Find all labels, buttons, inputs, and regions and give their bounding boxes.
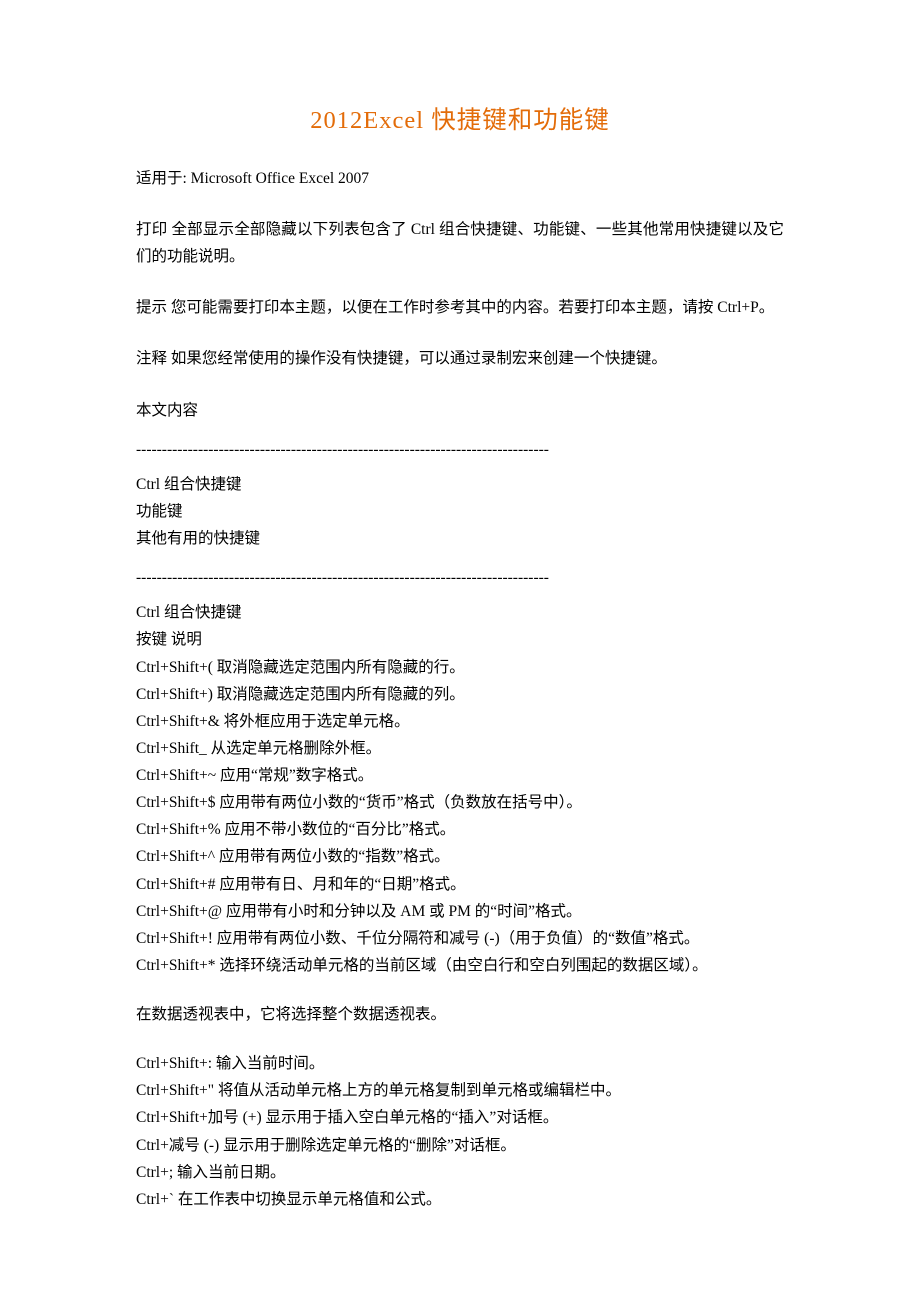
shortcut-row: Ctrl+Shift+$ 应用带有两位小数的“货币”格式（负数放在括号中）。 xyxy=(136,789,784,816)
shortcut-row: Ctrl+Shift+! 应用带有两位小数、千位分隔符和减号 (-)（用于负值）… xyxy=(136,925,784,952)
note-label: 注释 xyxy=(136,350,167,367)
table-header-row: 按键 说明 xyxy=(136,626,784,653)
shortcut-row: Ctrl+减号 (-) 显示用于删除选定单元格的“删除”对话框。 xyxy=(136,1132,784,1159)
section-ctrl-shortcuts: Ctrl 组合快捷键 按键 说明 Ctrl+Shift+( 取消隐藏选定范围内所… xyxy=(136,599,784,979)
note-body: 如果您经常使用的操作没有快捷键，可以通过录制宏来创建一个快捷键。 xyxy=(167,350,667,367)
section-heading: Ctrl 组合快捷键 xyxy=(136,599,784,626)
shortcut-row: Ctrl+Shift_ 从选定单元格删除外框。 xyxy=(136,735,784,762)
tip-body: 您可能需要打印本主题，以便在工作时参考其中的内容。若要打印本主题，请按 Ctrl… xyxy=(167,299,774,316)
shortcut-row: Ctrl+Shift+加号 (+) 显示用于插入空白单元格的“插入”对话框。 xyxy=(136,1104,784,1131)
section-ctrl-shortcuts-cont: Ctrl+Shift+: 输入当前时间。 Ctrl+Shift+" 将值从活动单… xyxy=(136,1050,784,1213)
shortcut-row: Ctrl+; 输入当前日期。 xyxy=(136,1159,784,1186)
shortcut-row: Ctrl+Shift+# 应用带有日、月和年的“日期”格式。 xyxy=(136,871,784,898)
shortcut-row: Ctrl+Shift+* 选择环绕活动单元格的当前区域（由空白行和空白列围起的数… xyxy=(136,952,784,979)
intro-paragraph: 打印 全部显示全部隐藏以下列表包含了 Ctrl 组合快捷键、功能键、一些其他常用… xyxy=(136,216,784,270)
tip-label: 提示 xyxy=(136,299,167,316)
toc-item: 功能键 xyxy=(136,498,784,525)
toc-item: Ctrl 组合快捷键 xyxy=(136,471,784,498)
shortcut-row: Ctrl+Shift+% 应用不带小数位的“百分比”格式。 xyxy=(136,816,784,843)
toc-heading: 本文内容 xyxy=(136,397,784,424)
tip-line: 提示 您可能需要打印本主题，以便在工作时参考其中的内容。若要打印本主题，请按 C… xyxy=(136,294,784,321)
document-page: 2012Excel 快捷键和功能键 适用于: Microsoft Office … xyxy=(0,0,920,1302)
applies-to: 适用于: Microsoft Office Excel 2007 xyxy=(136,165,784,192)
shortcut-row: Ctrl+Shift+) 取消隐藏选定范围内所有隐藏的列。 xyxy=(136,681,784,708)
shortcut-row: Ctrl+` 在工作表中切换显示单元格值和公式。 xyxy=(136,1186,784,1213)
shortcut-row: Ctrl+Shift+( 取消隐藏选定范围内所有隐藏的行。 xyxy=(136,654,784,681)
shortcut-row: Ctrl+Shift+@ 应用带有小时和分钟以及 AM 或 PM 的“时间”格式… xyxy=(136,898,784,925)
shortcut-row: Ctrl+Shift+" 将值从活动单元格上方的单元格复制到单元格或编辑栏中。 xyxy=(136,1077,784,1104)
shortcut-row: Ctrl+Shift+& 将外框应用于选定单元格。 xyxy=(136,708,784,735)
shortcut-row: Ctrl+Shift+~ 应用“常规”数字格式。 xyxy=(136,762,784,789)
shortcut-row: Ctrl+Shift+: 输入当前时间。 xyxy=(136,1050,784,1077)
toc-item: 其他有用的快捷键 xyxy=(136,525,784,552)
pivot-note: 在数据透视表中，它将选择整个数据透视表。 xyxy=(136,1001,784,1028)
shortcut-row: Ctrl+Shift+^ 应用带有两位小数的“指数”格式。 xyxy=(136,843,784,870)
document-title: 2012Excel 快捷键和功能键 xyxy=(136,100,784,143)
divider-bottom: ----------------------------------------… xyxy=(136,564,784,591)
toc-list: Ctrl 组合快捷键 功能键 其他有用的快捷键 xyxy=(136,471,784,552)
divider-top: ----------------------------------------… xyxy=(136,436,784,463)
note-line: 注释 如果您经常使用的操作没有快捷键，可以通过录制宏来创建一个快捷键。 xyxy=(136,345,784,372)
